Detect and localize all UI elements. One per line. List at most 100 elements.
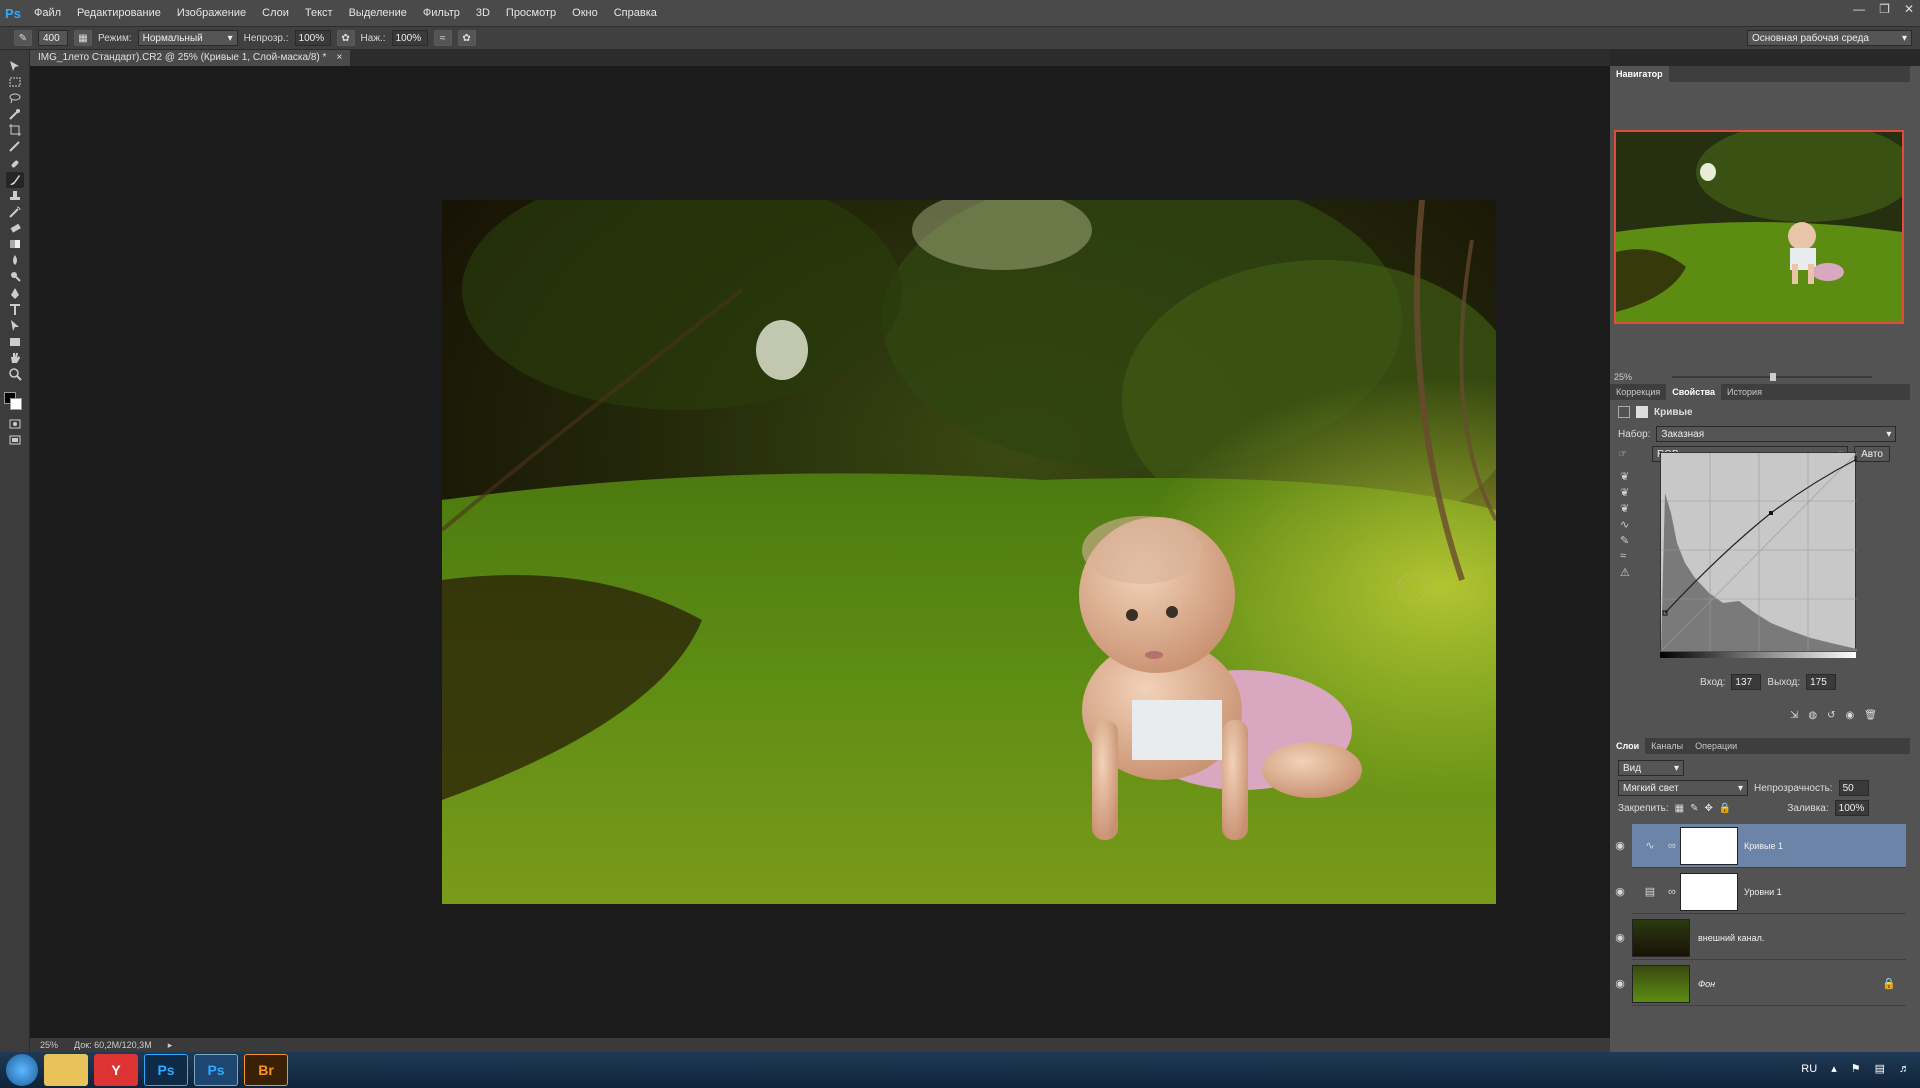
quick-mask-icon[interactable] [6, 416, 24, 432]
clipping-warning-icon[interactable]: ⚠ [1620, 566, 1636, 582]
tab-adjustments[interactable]: Коррекция [1610, 384, 1666, 400]
hand-tool-icon[interactable] [6, 350, 24, 366]
tray-arrow-icon[interactable]: ▴ [1831, 1062, 1837, 1075]
menu-help[interactable]: Справка [606, 0, 665, 26]
eye-icon[interactable]: ◉ [1612, 870, 1628, 914]
quick-select-tool-icon[interactable] [6, 106, 24, 122]
reset-icon[interactable]: ↺ [1827, 710, 1835, 721]
brush-tool-preset-icon[interactable]: ✎ [14, 30, 32, 46]
menu-3d[interactable]: 3D [468, 0, 498, 26]
menu-edit[interactable]: Редактирование [69, 0, 169, 26]
visibility-icon[interactable]: ◉ [1846, 710, 1855, 721]
marquee-tool-icon[interactable] [6, 74, 24, 90]
lock-position-icon[interactable]: ✥ [1705, 803, 1713, 814]
menu-image[interactable]: Изображение [169, 0, 254, 26]
menu-text[interactable]: Текст [297, 0, 341, 26]
volume-icon[interactable]: ♬ [1899, 1063, 1910, 1075]
photoshop-icon[interactable]: Ps [144, 1054, 188, 1086]
pressure-size-icon[interactable]: ✿ [457, 30, 476, 46]
screen-mode-icon[interactable] [6, 432, 24, 448]
status-doc-info[interactable]: Док: 60,2M/120,3M [74, 1040, 152, 1050]
gradient-tool-icon[interactable] [6, 236, 24, 252]
menu-filter[interactable]: Фильтр [415, 0, 468, 26]
lasso-tool-icon[interactable] [6, 90, 24, 106]
flag-icon[interactable]: ⚑ [1851, 1062, 1861, 1075]
crop-tool-icon[interactable] [6, 122, 24, 138]
lock-pixels-icon[interactable]: ✎ [1690, 803, 1698, 814]
document-tab[interactable]: IMG_1лето Стандарт).CR2 @ 25% (Кривые 1,… [30, 50, 351, 66]
bridge-icon[interactable]: Br [244, 1054, 288, 1086]
eye-icon[interactable]: ◉ [1612, 824, 1628, 868]
healing-brush-tool-icon[interactable] [6, 156, 24, 172]
tab-navigator[interactable]: Навигатор [1610, 66, 1669, 82]
close-icon[interactable]: ✕ [1904, 2, 1914, 16]
white-point-eyedropper-icon[interactable]: ❦ [1620, 502, 1636, 518]
pen-tool-icon[interactable] [6, 286, 24, 302]
background-color-swatch[interactable] [10, 398, 22, 410]
layer-filter-select[interactable]: Вид ▾ [1618, 760, 1684, 776]
tab-properties[interactable]: Свойства [1666, 384, 1722, 400]
chain-link-icon[interactable]: ∞ [1668, 886, 1680, 898]
eye-icon[interactable]: ◉ [1612, 962, 1628, 1006]
layer-levels[interactable]: ◉ ▤ ∞ Уровни 1 [1615, 870, 1906, 914]
mode-select[interactable]: Нормальный ▾ [137, 30, 238, 46]
curve-edit-icon[interactable]: ∿ [1620, 518, 1636, 534]
eyedropper-tool-icon[interactable] [6, 138, 24, 154]
navigator-slider-thumb[interactable] [1770, 373, 1776, 381]
start-orb-icon[interactable] [6, 1054, 38, 1086]
clip-to-layer-icon[interactable]: ⇲ [1790, 710, 1798, 721]
input-field[interactable]: 137 [1731, 674, 1762, 690]
view-previous-icon[interactable]: ◍ [1808, 710, 1817, 721]
type-tool-icon[interactable] [6, 302, 24, 318]
tab-layers[interactable]: Слои [1610, 738, 1646, 754]
preset-select[interactable]: Заказная ▾ [1656, 426, 1897, 442]
language-indicator[interactable]: RU [1801, 1063, 1817, 1075]
chain-link-icon[interactable]: ∞ [1668, 840, 1680, 852]
blur-tool-icon[interactable] [6, 252, 24, 268]
output-field[interactable]: 175 [1806, 674, 1837, 690]
layer-external-channel[interactable]: ◉ внешний канал. [1615, 916, 1906, 960]
status-zoom[interactable]: 25% [40, 1040, 58, 1050]
target-adjust-icon[interactable]: ☞ [1618, 449, 1632, 460]
layer-curves[interactable]: ◉ ∿ ∞ Кривые 1 [1615, 824, 1906, 868]
history-brush-tool-icon[interactable] [6, 204, 24, 220]
airbrush-icon[interactable]: ≈ [433, 30, 452, 46]
close-tab-icon[interactable]: × [336, 50, 342, 66]
smooth-curve-icon[interactable]: ≈ [1620, 550, 1636, 566]
curve-point[interactable] [1769, 511, 1773, 515]
workspace-select[interactable]: Основная рабочая среда ▾ [1747, 30, 1912, 46]
eye-icon[interactable]: ◉ [1612, 916, 1628, 960]
dodge-tool-icon[interactable] [6, 268, 24, 284]
layer-mask-thumbnail[interactable] [1680, 872, 1738, 911]
pressure-field[interactable]: 100% [391, 30, 428, 46]
yandex-browser-icon[interactable]: Y [94, 1054, 138, 1086]
delete-icon[interactable]: 🗑 [1864, 710, 1877, 721]
brush-size-picker[interactable]: 400 [38, 30, 68, 46]
navigator-zoom[interactable]: 25% [1614, 372, 1632, 382]
photoshop-active-icon[interactable]: Ps [194, 1054, 238, 1086]
layer-background[interactable]: ◉ Фон 🔒 [1615, 962, 1906, 1006]
menu-window[interactable]: Окно [564, 0, 606, 26]
menu-file[interactable]: Файл [26, 0, 69, 26]
auto-button[interactable]: Авто [1854, 446, 1890, 462]
move-tool-icon[interactable] [6, 58, 24, 74]
brush-panel-icon[interactable]: ▦ [74, 30, 92, 46]
fill-field[interactable]: 100% [1834, 800, 1869, 816]
menu-view[interactable]: Просмотр [498, 0, 564, 26]
layer-mask-thumbnail[interactable] [1680, 826, 1738, 865]
tab-history[interactable]: История [1721, 384, 1768, 400]
black-point-eyedropper-icon[interactable]: ❦ [1620, 470, 1636, 486]
menu-layers[interactable]: Слои [254, 0, 297, 26]
stamp-tool-icon[interactable] [6, 188, 24, 204]
brush-tool-icon[interactable] [6, 172, 24, 188]
tab-paths[interactable]: Операции [1689, 738, 1743, 754]
restore-icon[interactable]: ❐ [1879, 2, 1890, 16]
zoom-tool-icon[interactable] [6, 366, 24, 382]
shape-tool-icon[interactable] [6, 334, 24, 350]
pencil-draw-icon[interactable]: ✎ [1620, 534, 1636, 550]
navigator-thumbnail[interactable] [1614, 130, 1904, 324]
lock-transparent-icon[interactable]: ▦ [1675, 803, 1684, 814]
document-image[interactable] [442, 200, 1496, 904]
curves-graph[interactable] [1660, 452, 1860, 652]
menu-select[interactable]: Выделение [341, 0, 415, 26]
